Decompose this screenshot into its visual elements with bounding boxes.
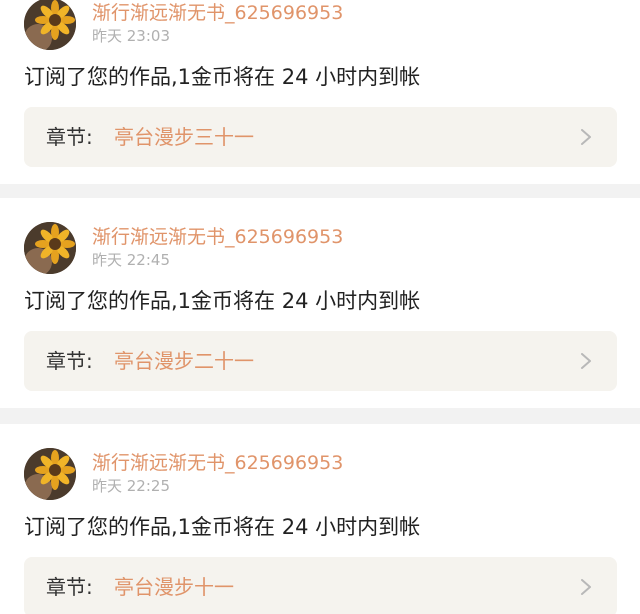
chapter-prefix-label: 章节: [46,575,93,599]
notification-card: 渐行渐远渐无书_625696953 昨天 23:03 订阅了您的作品,1金币将在… [0,0,640,184]
chapter-link[interactable]: 章节: 亭台漫步十一 [24,557,617,614]
message-text: 订阅了您的作品,1金币将在 24 小时内到帐 [24,515,421,539]
message-text: 订阅了您的作品,1金币将在 24 小时内到帐 [24,289,421,313]
username[interactable]: 渐行渐远渐无书_625696953 [92,451,343,475]
username[interactable]: 渐行渐远渐无书_625696953 [92,225,343,249]
avatar[interactable] [24,222,76,274]
chapter-link[interactable]: 章节: 亭台漫步二十一 [24,331,617,391]
username[interactable]: 渐行渐远渐无书_625696953 [92,1,343,25]
chapter-prefix-label: 章节: [46,125,93,149]
chapter-link[interactable]: 章节: 亭台漫步三十一 [24,107,617,167]
sunflower-avatar-icon [24,222,76,274]
sunflower-avatar-icon [24,448,76,500]
chapter-title: 亭台漫步十一 [114,575,234,599]
notification-card: 渐行渐远渐无书_625696953 昨天 22:45 订阅了您的作品,1金币将在… [0,198,640,408]
section-divider [0,184,640,198]
chevron-right-icon [581,579,591,595]
timestamp: 昨天 22:45 [92,251,170,269]
timestamp: 昨天 23:03 [92,27,170,45]
avatar[interactable] [24,0,76,50]
chapter-title: 亭台漫步二十一 [114,349,254,373]
section-divider [0,408,640,424]
notification-card: 渐行渐远渐无书_625696953 昨天 22:25 订阅了您的作品,1金币将在… [0,424,640,614]
message-text: 订阅了您的作品,1金币将在 24 小时内到帐 [24,65,421,89]
avatar[interactable] [24,448,76,500]
chevron-right-icon [581,353,591,369]
timestamp: 昨天 22:25 [92,477,170,495]
notification-feed: 渐行渐远渐无书_625696953 昨天 23:03 订阅了您的作品,1金币将在… [0,0,640,614]
sunflower-avatar-icon [24,0,76,50]
chapter-title: 亭台漫步三十一 [114,125,254,149]
chapter-prefix-label: 章节: [46,349,93,373]
chevron-right-icon [581,129,591,145]
